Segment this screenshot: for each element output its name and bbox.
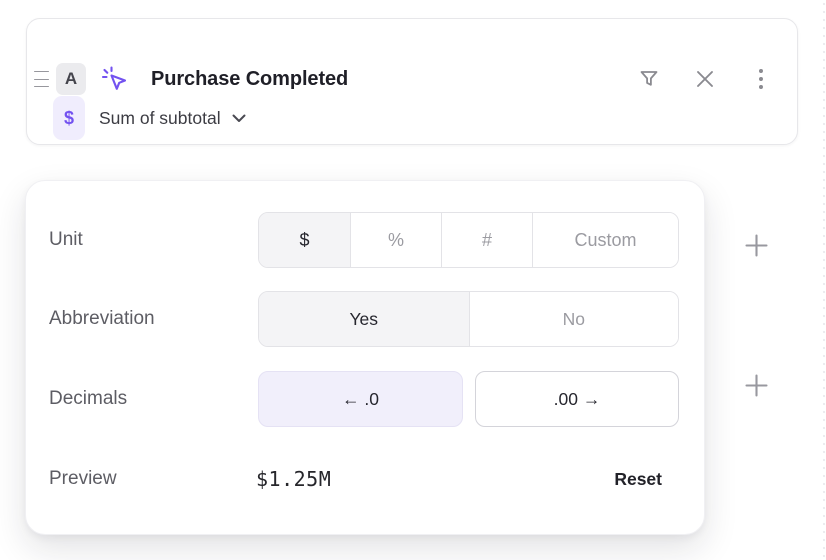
filter-icon[interactable] — [637, 67, 661, 91]
event-card-header: A Purchase Completed — [27, 58, 797, 100]
unit-option-number[interactable]: # — [441, 213, 532, 267]
plus-icon — [745, 234, 768, 257]
abbreviation-option-no[interactable]: No — [469, 292, 679, 346]
number-format-panel: Unit $ % # Custom Abbreviation Yes No De… — [25, 180, 705, 535]
add-button-top[interactable] — [744, 233, 768, 257]
metric-label: Sum of subtotal — [99, 108, 221, 129]
decimals-label: Decimals — [49, 388, 127, 410]
preview-label: Preview — [49, 468, 117, 490]
decimals-controls: ← .0 .00 → — [258, 371, 679, 427]
abbreviation-segmented-control: Yes No — [258, 291, 679, 347]
preview-row: Preview $1.25M Reset — [26, 451, 704, 507]
event-metric-row: $ Sum of subtotal — [53, 96, 246, 140]
abbreviation-row: Abbreviation Yes No — [26, 291, 704, 347]
plus-icon — [745, 374, 768, 397]
decimals-row: Decimals ← .0 .00 → — [26, 371, 704, 427]
decrease-decimals-button[interactable]: ← .0 — [258, 371, 463, 427]
event-title[interactable]: Purchase Completed — [151, 68, 348, 91]
close-icon[interactable] — [693, 67, 717, 91]
event-card: A Purchase Completed — [26, 18, 798, 145]
metric-selector[interactable]: Sum of subtotal — [99, 108, 246, 129]
preview-value: $1.25M — [256, 467, 331, 491]
chart-builder-region: A Purchase Completed — [0, 0, 826, 560]
unit-segmented-control: $ % # Custom — [258, 212, 679, 268]
more-options-icon[interactable] — [749, 67, 773, 91]
unit-row: Unit $ % # Custom — [26, 212, 704, 268]
drag-handle-icon[interactable] — [34, 71, 49, 87]
abbreviation-option-yes[interactable]: Yes — [259, 292, 469, 346]
chevron-down-icon — [232, 114, 246, 123]
unit-option-dollar[interactable]: $ — [259, 213, 350, 267]
metric-unit-badge: $ — [53, 96, 85, 140]
unit-option-percent[interactable]: % — [350, 213, 441, 267]
add-button-bottom[interactable] — [744, 373, 768, 397]
unit-option-custom[interactable]: Custom — [532, 213, 678, 267]
abbreviation-label: Abbreviation — [49, 308, 155, 330]
event-letter-badge: A — [56, 63, 86, 95]
event-click-icon — [100, 64, 130, 94]
adjacent-panel-edge — [821, 0, 826, 560]
unit-label: Unit — [49, 229, 83, 251]
reset-button[interactable]: Reset — [614, 469, 662, 490]
increase-decimals-button[interactable]: .00 → — [475, 371, 679, 427]
